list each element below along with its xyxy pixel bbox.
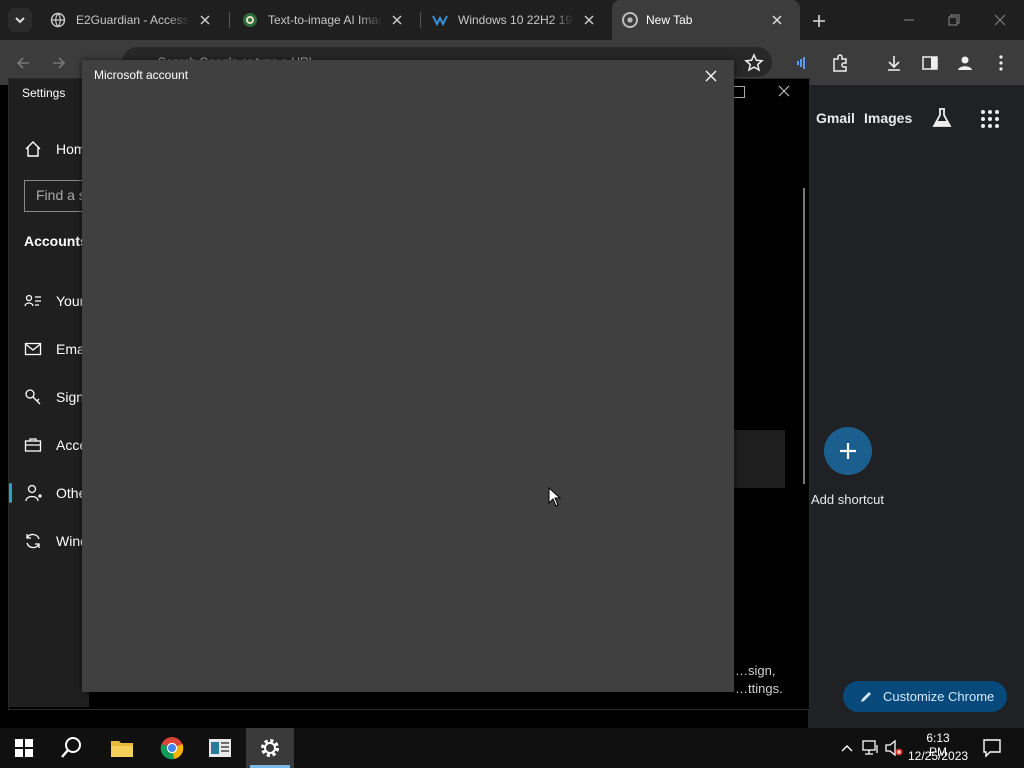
restore-icon[interactable] — [948, 14, 960, 26]
dialog-title: Microsoft account — [94, 68, 189, 82]
home-icon — [25, 141, 41, 157]
file-explorer-icon — [111, 741, 133, 757]
bookmark-star-icon[interactable] — [744, 53, 764, 73]
taskbar-file-explorer[interactable] — [98, 728, 146, 768]
close-icon[interactable] — [770, 13, 784, 27]
chrome-favicon-icon — [622, 12, 638, 28]
ai-favicon-icon — [243, 13, 257, 27]
person-card-icon — [24, 294, 41, 307]
nav-label: Home — [56, 141, 84, 157]
nav-label: Other users — [56, 485, 84, 501]
nav-label: Your info — [56, 293, 84, 309]
settings-gear-icon — [261, 739, 279, 757]
extensions-puzzle-icon[interactable] — [830, 53, 850, 73]
settings-close-icon[interactable] — [777, 84, 791, 98]
nav-label: Access work or school — [56, 437, 84, 453]
nav-label: Sign-in options — [56, 389, 84, 405]
key-icon — [25, 389, 41, 405]
extension-active-icon[interactable] — [793, 53, 813, 73]
tab-search-button[interactable] — [8, 8, 32, 32]
nav-access-work[interactable]: Access work or school — [24, 435, 84, 455]
tab-title: E2Guardian - Access Denied — [76, 13, 190, 27]
taskbar-news-app[interactable] — [196, 728, 244, 768]
tab-e2guardian[interactable]: E2Guardian - Access Denied — [36, 0, 228, 40]
volume-muted-icon[interactable] — [884, 739, 904, 757]
labs-flask-icon[interactable] — [930, 106, 954, 130]
sync-icon — [26, 533, 40, 549]
taskbar-chrome[interactable] — [148, 728, 196, 768]
nav-your-info[interactable]: Your info — [24, 291, 84, 311]
nav-sign-in-options[interactable]: Sign-in options — [24, 387, 84, 407]
plus-icon — [840, 443, 856, 459]
nav-label: Email & accounts — [56, 341, 84, 357]
chrome-icon — [160, 737, 184, 760]
close-icon[interactable] — [582, 13, 596, 27]
tab-title: Text-to-image AI Image Generator — [268, 13, 382, 27]
tab-text-to-image[interactable]: Text-to-image AI Image Generator — [228, 0, 420, 40]
taskbar-settings[interactable] — [246, 728, 294, 768]
news-app-icon — [209, 739, 231, 757]
tab-title: New Tab — [646, 13, 693, 27]
settings-description-line: …ttings. — [735, 681, 783, 696]
pencil-icon — [861, 691, 871, 702]
nav-windows-backup[interactable]: Windows backup — [24, 531, 84, 551]
network-icon[interactable] — [862, 739, 880, 757]
start-button[interactable] — [0, 728, 48, 768]
new-tab-page — [808, 85, 1024, 728]
settings-window-title: Settings — [22, 86, 66, 100]
more-menu-icon[interactable] — [994, 53, 1008, 73]
images-link[interactable]: Images — [864, 110, 912, 126]
tab-title: Windows 10 22H2 19045 — [458, 13, 574, 27]
settings-scrollbar[interactable] — [803, 188, 805, 484]
accounts-section-heading: Accounts — [24, 233, 84, 249]
search-icon — [61, 737, 81, 758]
customize-chrome-button[interactable]: Customize Chrome — [843, 681, 1007, 712]
vmware-favicon-icon — [432, 15, 448, 27]
window-close-icon[interactable] — [994, 14, 1006, 26]
nav-label: Windows backup — [56, 533, 84, 549]
globe-icon — [50, 12, 66, 28]
add-shortcut-label: Add shortcut — [811, 492, 884, 507]
tab-new-tab[interactable]: New Tab — [612, 0, 800, 40]
plus-icon — [813, 15, 825, 27]
minimize-icon[interactable] — [903, 14, 915, 26]
mouse-cursor-icon — [548, 487, 562, 507]
briefcase-icon — [24, 438, 42, 452]
profile-avatar-icon[interactable] — [955, 53, 975, 73]
settings-maximize-icon[interactable] — [733, 86, 745, 98]
download-icon[interactable] — [884, 53, 904, 73]
google-apps-grid-icon[interactable] — [980, 109, 1000, 129]
person-icon — [25, 484, 42, 502]
mail-icon — [24, 342, 42, 356]
customize-chrome-label: Customize Chrome — [883, 689, 995, 704]
settings-content-card[interactable] — [733, 430, 785, 488]
clock-date[interactable]: 12/25/2023 — [908, 749, 968, 763]
action-center-icon[interactable] — [982, 738, 1002, 758]
back-icon[interactable] — [14, 54, 32, 72]
microsoft-account-dialog — [82, 60, 734, 692]
nav-email-accounts[interactable]: Email & accounts — [24, 339, 84, 359]
close-icon[interactable] — [390, 13, 404, 27]
nav-home[interactable]: Home — [24, 139, 84, 159]
nav-other-users[interactable]: Other users — [24, 483, 84, 503]
settings-description-line: …sign, — [735, 663, 776, 678]
dialog-close-icon[interactable] — [704, 69, 718, 83]
chevron-down-icon — [15, 17, 25, 24]
forward-icon[interactable] — [50, 54, 68, 72]
taskbar-search-button[interactable] — [48, 728, 96, 768]
new-tab-button[interactable] — [810, 12, 828, 30]
close-icon[interactable] — [198, 13, 212, 27]
find-setting-placeholder: Find a setting — [36, 187, 82, 203]
tab-windows-10[interactable]: Windows 10 22H2 19045 — [418, 0, 612, 40]
gmail-link[interactable]: Gmail — [816, 110, 855, 126]
side-panel-icon[interactable] — [920, 53, 940, 73]
show-hidden-icons-chevron-icon[interactable] — [840, 741, 854, 755]
start-icon — [15, 739, 33, 757]
nav-selected-indicator — [9, 483, 12, 503]
add-shortcut-button[interactable] — [824, 427, 872, 475]
